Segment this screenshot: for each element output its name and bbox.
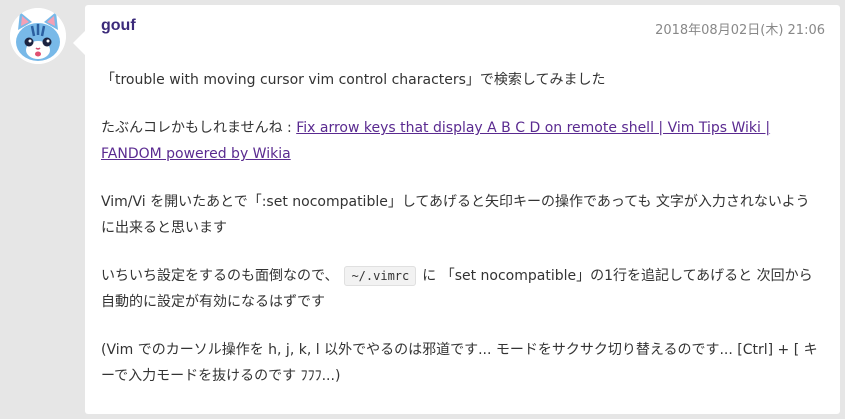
comment-card: gouf 2018年08月02日(木) 21:06 「trouble with … (73, 5, 840, 414)
post-timestamp[interactable]: 2018年08月02日(木) 21:06 (655, 19, 825, 38)
vimrc-code: ~/.vimrc (344, 266, 417, 286)
paragraph-1: 「trouble with moving cursor vim control … (101, 72, 606, 88)
paragraph-2: たぶんコレかもしれませんね : Fix arrow keys that disp… (101, 115, 821, 167)
author-link[interactable]: gouf (101, 17, 136, 35)
comment-body: 「trouble with moving cursor vim control … (101, 67, 821, 411)
user-avatar[interactable] (10, 8, 66, 64)
paragraph-4: いちいち設定をするのも面倒なので、 ~/.vimrc に 「set nocompat… (101, 263, 821, 315)
paragraph-2-prefix: たぶんコレかもしれませんね : (101, 120, 297, 136)
paragraph-4-prefix: いちいち設定をするのも面倒なので、 (101, 268, 339, 284)
cat-avatar-icon (10, 8, 66, 64)
paragraph-3: Vim/Vi を開いたあとで「:set nocompatible」してあげると矢… (101, 194, 810, 236)
paragraph-5: (Vim でのカーソル操作を h, j, k, l 以外でやるのは邪道です...… (101, 342, 818, 384)
